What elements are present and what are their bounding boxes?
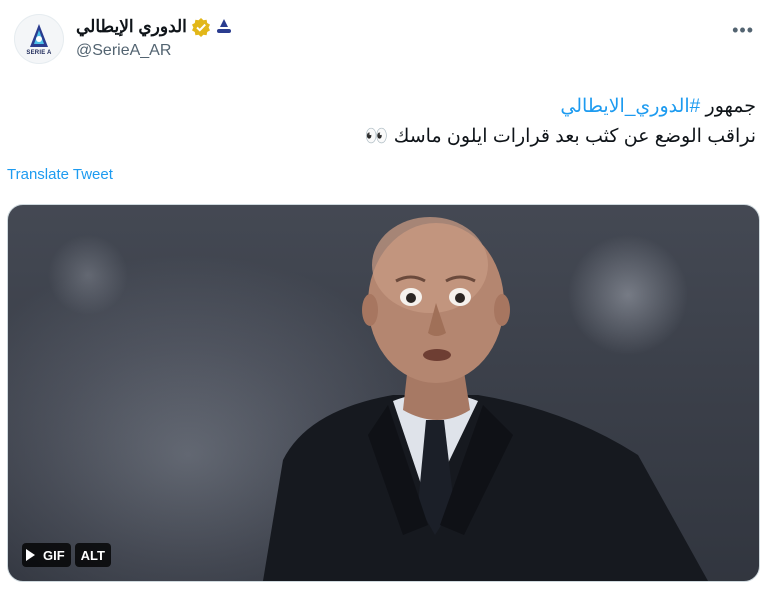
translate-tweet-link[interactable]: Translate Tweet — [7, 166, 113, 183]
author-avatar[interactable]: SERIE A — [14, 14, 64, 64]
play-icon — [26, 549, 35, 561]
author-display-name[interactable]: الدوري الإيطالي — [76, 17, 187, 37]
tweet-line-2: نراقب الوضع عن كثب بعد قرارات ايلون ماسك… — [364, 126, 756, 147]
tweet-header: الدوري الإيطالي @SerieA_AR — [76, 14, 233, 60]
author-handle[interactable]: @SerieA_AR — [76, 42, 233, 60]
tweet-line-1: جمهور #الدوري_الايطالي — [16, 92, 756, 122]
more-options-icon[interactable]: ••• — [732, 20, 754, 41]
gif-still-image — [263, 217, 708, 581]
serie-a-logo-icon — [30, 23, 48, 47]
affiliate-logo-icon[interactable] — [215, 17, 233, 37]
gif-label: GIF — [43, 547, 65, 563]
tweet-media-gif[interactable]: GIF ALT — [7, 204, 760, 582]
alt-text-button[interactable]: ALT — [74, 543, 111, 567]
hashtag-link[interactable]: #الدوري_الايطالي — [560, 96, 700, 117]
media-badges: GIF ALT — [22, 543, 111, 567]
tweet-line-1-prefix: جمهور — [700, 96, 757, 117]
tweet-text: جمهور #الدوري_الايطالي نراقب الوضع عن كث… — [16, 92, 756, 152]
gif-play-button[interactable]: GIF — [22, 543, 71, 567]
verified-badge-icon[interactable] — [191, 17, 211, 37]
avatar-text: SERIE A — [26, 49, 52, 56]
name-row: الدوري الإيطالي — [76, 14, 233, 40]
